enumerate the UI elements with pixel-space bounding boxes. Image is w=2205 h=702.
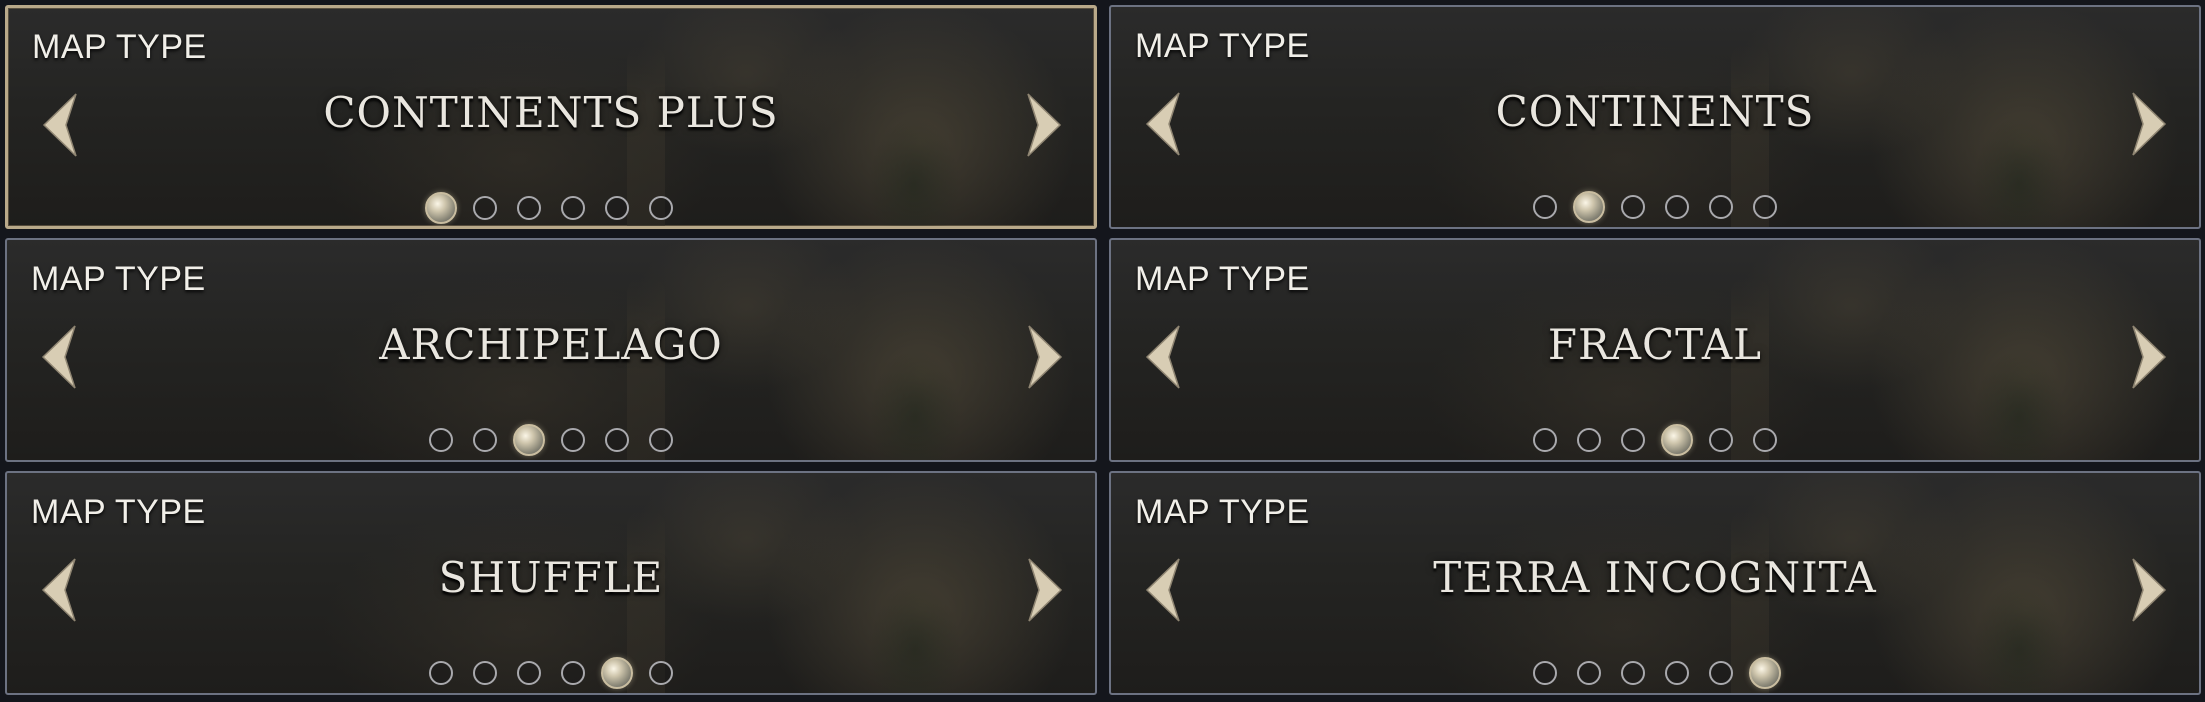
option-dot[interactable]: [473, 428, 497, 452]
option-dot-active[interactable]: [1573, 191, 1605, 223]
chevron-right-icon: [1028, 558, 1063, 622]
option-indicator: [7, 424, 1095, 456]
chevron-right-icon: [1028, 325, 1063, 389]
option-dot[interactable]: [561, 428, 585, 452]
map-type-value: CONTINENTS: [1495, 87, 1815, 136]
map-type-value: CONTINENTS PLUS: [323, 88, 779, 137]
option-indicator: [8, 192, 1094, 224]
option-dot-active[interactable]: [1749, 657, 1781, 689]
option-dot-active[interactable]: [1661, 424, 1693, 456]
option-dot[interactable]: [1621, 661, 1645, 685]
option-dot[interactable]: [649, 196, 673, 220]
option-dot[interactable]: [605, 428, 629, 452]
option-dot[interactable]: [473, 196, 497, 220]
map-type-panel[interactable]: MAP TYPE CONTINENTS PLUS: [5, 5, 1097, 229]
map-type-value: SHUFFLE: [438, 553, 664, 602]
option-dot[interactable]: [1533, 428, 1557, 452]
map-type-panel[interactable]: MAP TYPE SHUFFLE: [5, 471, 1097, 695]
option-dot[interactable]: [429, 661, 453, 685]
option-dot[interactable]: [1577, 661, 1601, 685]
option-indicator: [1111, 191, 2199, 223]
map-type-label: MAP TYPE: [32, 28, 207, 66]
option-dot[interactable]: [1533, 195, 1557, 219]
chevron-right-icon: [2132, 325, 2167, 389]
next-option-button[interactable]: [2129, 89, 2173, 159]
option-indicator: [1111, 424, 2199, 456]
map-type-label: MAP TYPE: [1135, 260, 1310, 298]
map-type-label: MAP TYPE: [31, 260, 206, 298]
option-dot[interactable]: [1753, 428, 1777, 452]
map-type-grid: MAP TYPE CONTINENTS PLUS MAP TYPE CONTIN…: [0, 0, 2205, 702]
next-option-button[interactable]: [1024, 90, 1068, 160]
chevron-right-icon: [2132, 558, 2167, 622]
option-dot[interactable]: [1577, 428, 1601, 452]
map-type-panel[interactable]: MAP TYPE CONTINENTS: [1109, 5, 2201, 229]
map-type-panel[interactable]: MAP TYPE ARCHIPELAGO: [5, 238, 1097, 462]
map-type-value: FRACTAL: [1547, 320, 1763, 369]
map-type-label: MAP TYPE: [1135, 493, 1310, 531]
option-dot[interactable]: [1709, 661, 1733, 685]
option-dot[interactable]: [561, 196, 585, 220]
map-type-label: MAP TYPE: [31, 493, 206, 531]
chevron-right-icon: [2132, 92, 2167, 156]
next-option-button[interactable]: [2129, 555, 2173, 625]
option-dot[interactable]: [1709, 428, 1733, 452]
option-dot[interactable]: [1533, 661, 1557, 685]
option-dot[interactable]: [649, 661, 673, 685]
next-option-button[interactable]: [1025, 322, 1069, 392]
map-type-panel[interactable]: MAP TYPE FRACTAL: [1109, 238, 2201, 462]
option-dot[interactable]: [561, 661, 585, 685]
map-type-label: MAP TYPE: [1135, 27, 1310, 65]
option-dot[interactable]: [649, 428, 673, 452]
option-indicator: [7, 657, 1095, 689]
option-dot[interactable]: [429, 428, 453, 452]
option-dot[interactable]: [1665, 195, 1689, 219]
option-dot-active[interactable]: [601, 657, 633, 689]
chevron-right-icon: [1027, 93, 1062, 157]
option-dot[interactable]: [1709, 195, 1733, 219]
option-dot[interactable]: [517, 196, 541, 220]
map-type-panel[interactable]: MAP TYPE TERRA INCOGNITA: [1109, 471, 2201, 695]
option-dot-active[interactable]: [513, 424, 545, 456]
option-dot[interactable]: [1665, 661, 1689, 685]
map-type-value: TERRA INCOGNITA: [1433, 553, 1877, 602]
option-dot[interactable]: [605, 196, 629, 220]
option-dot[interactable]: [1621, 195, 1645, 219]
map-type-value: ARCHIPELAGO: [379, 320, 723, 369]
option-dot[interactable]: [517, 661, 541, 685]
option-indicator: [1111, 657, 2199, 689]
option-dot[interactable]: [1753, 195, 1777, 219]
option-dot[interactable]: [1621, 428, 1645, 452]
option-dot[interactable]: [473, 661, 497, 685]
next-option-button[interactable]: [1025, 555, 1069, 625]
option-dot-active[interactable]: [425, 192, 457, 224]
next-option-button[interactable]: [2129, 322, 2173, 392]
